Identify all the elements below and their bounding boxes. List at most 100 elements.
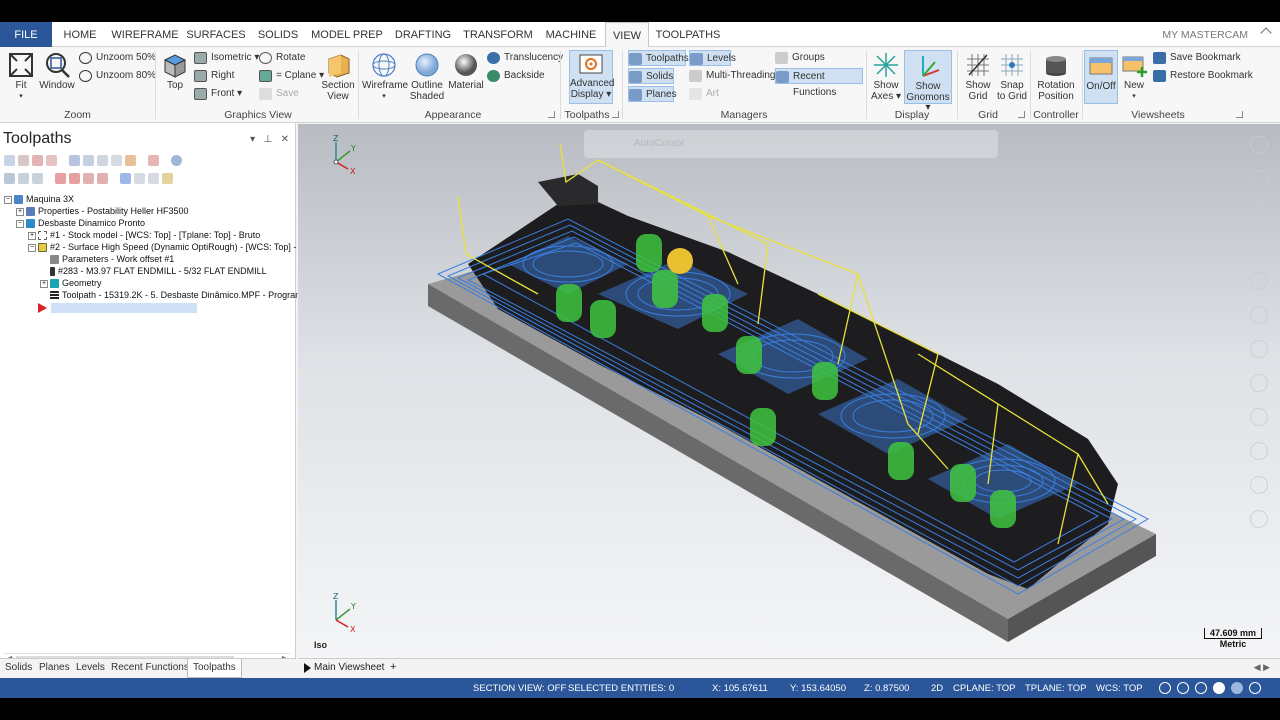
insert-after-icon[interactable] xyxy=(97,172,108,184)
right-view-button[interactable]: Right xyxy=(194,68,234,84)
quick-mask-result-icon[interactable] xyxy=(1250,408,1268,426)
tree-item-machine[interactable]: − Maquina 3X xyxy=(4,193,294,205)
expand-icon[interactable]: + xyxy=(40,279,48,288)
tab-model-prep[interactable]: MODEL PREP xyxy=(310,22,384,47)
quick-mask-group-icon[interactable] xyxy=(1250,442,1268,460)
hidden-mode-icon[interactable] xyxy=(1177,682,1189,694)
fit-button[interactable]: Fit ▾ xyxy=(6,51,36,102)
move-up-icon[interactable] xyxy=(69,172,80,184)
tab-transform[interactable]: TRANSFORM xyxy=(462,22,534,47)
tab-recent-functions-manager[interactable]: Recent Functions xyxy=(111,662,189,673)
expand-icon[interactable]: + xyxy=(28,231,36,240)
move-down-icon[interactable] xyxy=(55,172,66,184)
save-view-button[interactable]: Save xyxy=(259,86,299,102)
wireframe-button[interactable]: Wireframe ▾ xyxy=(362,51,408,102)
groups-manager-toggle[interactable]: Groups xyxy=(775,50,825,66)
regenerate-dirty-icon[interactable] xyxy=(46,154,57,166)
collapse-ribbon-icon[interactable] xyxy=(1260,27,1272,39)
help-icon[interactable] xyxy=(171,154,182,166)
quick-mask-dimension-icon[interactable] xyxy=(1250,272,1268,290)
tree-item-geometry[interactable]: + Geometry xyxy=(4,277,294,289)
quick-mask-line-icon[interactable] xyxy=(1250,170,1268,188)
shaded-mode-icon[interactable] xyxy=(1213,682,1225,694)
levels-manager-toggle[interactable]: Levels xyxy=(689,50,736,66)
window-zoom-button[interactable]: Window xyxy=(38,51,76,92)
tab-machine[interactable]: MACHINE xyxy=(540,22,602,47)
quick-mask-gnomon-icon[interactable] xyxy=(1250,136,1268,154)
top-view-button[interactable]: Top xyxy=(160,51,190,92)
tplane-status[interactable]: TPLANE: TOP xyxy=(1025,683,1086,694)
wireframe-mode-icon[interactable] xyxy=(1159,682,1171,694)
sheet-scroll-icon[interactable]: ◀ ▶ xyxy=(1254,662,1270,673)
shaded-wire-icon[interactable] xyxy=(1195,682,1207,694)
part-model[interactable] xyxy=(298,124,1280,658)
planes-manager-toggle[interactable]: Planes xyxy=(628,86,677,102)
solids-manager-toggle[interactable]: Solids xyxy=(628,68,674,84)
show-axes-button[interactable]: Show Axes ▾ xyxy=(870,51,902,102)
rotation-position-button[interactable]: Rotation Position xyxy=(1034,51,1078,102)
outline-shaded-button[interactable]: Outline Shaded xyxy=(408,51,446,102)
insert-arrow-row[interactable] xyxy=(4,301,294,313)
high-feed-icon[interactable] xyxy=(125,154,136,166)
my-mastercam-link[interactable]: MY MASTERCAM xyxy=(1162,22,1248,48)
tab-solids-manager[interactable]: Solids xyxy=(5,662,32,673)
show-gnomons-button[interactable]: Show Gnomons ▾ xyxy=(904,50,952,113)
rotate-button[interactable]: Rotate xyxy=(259,50,305,66)
new-viewsheet-button[interactable]: New ▾ xyxy=(1120,51,1148,102)
tab-solids[interactable]: SOLIDS xyxy=(252,22,304,47)
mode-2d-3d[interactable]: 2D xyxy=(931,683,943,694)
quick-mask-mesh-icon[interactable] xyxy=(1250,374,1268,392)
toggle-posting-icon[interactable] xyxy=(32,172,43,184)
unzoom-80-button[interactable]: Unzoom 80% xyxy=(79,68,156,84)
wcs-status[interactable]: WCS: TOP xyxy=(1096,683,1143,694)
recent-functions-manager-toggle[interactable]: Recent Functions xyxy=(775,68,863,98)
select-all-icon[interactable] xyxy=(4,154,15,166)
close-icon[interactable]: ✕ xyxy=(281,134,289,145)
simulate-icon[interactable] xyxy=(97,154,108,166)
show-selected-icon[interactable] xyxy=(120,172,131,184)
show-grid-button[interactable]: Show Grid xyxy=(961,51,995,102)
post-g1-icon[interactable] xyxy=(111,154,122,166)
filter-icon[interactable] xyxy=(148,172,159,184)
cplane-status[interactable]: CPLANE: TOP xyxy=(953,683,1015,694)
collapse-icon[interactable]: − xyxy=(4,195,12,204)
quick-mask-arc-icon[interactable] xyxy=(1250,204,1268,222)
regenerate-icon[interactable] xyxy=(32,154,43,166)
viewsheets-launcher-icon[interactable] xyxy=(1236,111,1243,118)
quick-mask-surface-icon[interactable] xyxy=(1250,306,1268,324)
tree-item-operation-2[interactable]: − #2 - Surface High Speed (Dynamic OptiRo… xyxy=(4,241,296,253)
quick-mask-clear-icon[interactable] xyxy=(1250,510,1268,528)
quick-mask-solid-icon[interactable] xyxy=(1250,340,1268,358)
tab-planes-manager[interactable]: Planes xyxy=(39,662,70,673)
tab-file[interactable]: FILE xyxy=(0,22,52,47)
section-view-status[interactable]: SECTION VIEW: OFF xyxy=(473,683,566,694)
tab-toolpaths[interactable]: TOOLPATHS xyxy=(654,22,722,47)
tree-item-properties[interactable]: + Properties - Postability Heller HF3500 xyxy=(4,205,294,217)
art-manager-toggle[interactable]: Art xyxy=(689,86,719,102)
translucency-button[interactable]: Translucency xyxy=(487,50,563,66)
toolpaths-manager-toggle[interactable]: Toolpaths xyxy=(628,50,689,66)
tab-view[interactable]: VIEW xyxy=(605,22,649,48)
outline-mode-icon[interactable] xyxy=(1231,682,1243,694)
tab-home[interactable]: HOME xyxy=(56,22,104,47)
tool-icon[interactable] xyxy=(162,172,173,184)
collapse-icon[interactable]: − xyxy=(16,219,24,228)
lock-icon[interactable] xyxy=(4,172,15,184)
verify-icon[interactable] xyxy=(83,154,94,166)
z-coordinate[interactable]: Z: 0.87500 xyxy=(864,683,909,694)
tree-item-parameters[interactable]: Parameters - Work offset #1 xyxy=(4,253,294,265)
add-viewsheet-button[interactable]: + xyxy=(390,661,396,673)
tree-item-operation-1[interactable]: + #1 - Stock model - [WCS: Top] - [Tplane… xyxy=(4,229,294,241)
collapse-icon[interactable]: − xyxy=(28,243,36,252)
tab-toolpaths-manager[interactable]: Toolpaths xyxy=(187,659,242,678)
quick-mask-spline-icon[interactable] xyxy=(1250,238,1268,256)
cplane-button[interactable]: = Cplane ▾ xyxy=(259,68,324,84)
grid-launcher-icon[interactable] xyxy=(1018,111,1025,118)
play-icon[interactable] xyxy=(304,663,311,673)
expand-icon[interactable]: + xyxy=(16,207,24,216)
backplot-icon[interactable] xyxy=(69,154,80,166)
multi-threading-manager-toggle[interactable]: Multi-Threading xyxy=(689,68,775,84)
graphics-viewport[interactable]: AutoCursor Z Y X Z Y X Iso 47.609 mm Met… xyxy=(298,124,1280,658)
tab-wireframe[interactable]: WIREFRAME xyxy=(108,22,182,47)
save-bookmark-button[interactable]: Save Bookmark xyxy=(1153,50,1241,66)
